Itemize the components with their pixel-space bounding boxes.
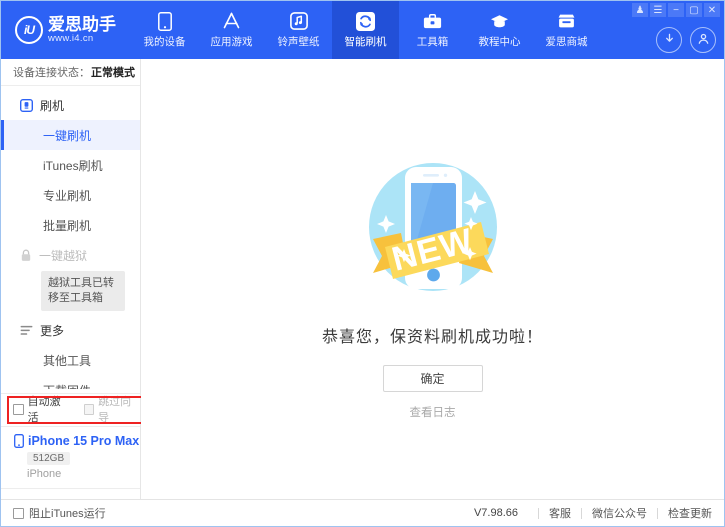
- check-update-link[interactable]: 检查更新: [668, 505, 712, 521]
- sidebar-menu: 刷机 一键刷机 iTunes刷机 专业刷机 批量刷机 一键越狱 越狱工具已转移至…: [1, 86, 140, 389]
- nav-item-apps-games[interactable]: 应用游戏: [198, 1, 265, 59]
- logo-mark-icon: iU: [15, 16, 43, 44]
- logo-title: 爱思助手: [48, 15, 116, 35]
- nav-label: 应用游戏: [210, 35, 253, 48]
- sidebar-item-pro-flash[interactable]: 专业刷机: [1, 180, 140, 210]
- jailbreak-moved-tooltip: 越狱工具已转移至工具箱: [41, 271, 125, 311]
- device-phone-icon: [13, 433, 24, 448]
- block-itunes-label: 阻止iTunes运行: [29, 508, 106, 520]
- store-icon: [557, 12, 576, 31]
- auto-activate-label: 自动激活: [27, 396, 61, 424]
- appstore-icon: [222, 12, 241, 31]
- sidebar-item-label: 批量刷机: [43, 218, 92, 233]
- sidebar-options: 自动激活 跳过向导: [1, 393, 145, 426]
- toolbox-icon: [423, 12, 442, 31]
- skin-button[interactable]: ♟: [632, 3, 648, 17]
- version-label: V7.98.66: [473, 507, 518, 519]
- nav-label: 智能刷机: [344, 35, 387, 48]
- app-body: 设备连接状态： 正常模式 刷机 一键刷机 iTunes刷机 专业刷机 批量刷机 …: [1, 59, 724, 499]
- music-icon: [289, 12, 308, 31]
- flash-device-icon: [19, 98, 33, 112]
- nav-label: 爱思商城: [545, 35, 588, 48]
- skip-wizard-checkbox: 跳过向导: [83, 393, 141, 425]
- graduation-cap-icon: [490, 12, 509, 31]
- checkbox-box-icon: [83, 403, 95, 415]
- block-itunes-checkbox[interactable]: 阻止iTunes运行: [13, 505, 106, 521]
- sidebar-item-label: iTunes刷机: [43, 158, 103, 173]
- sidebar-item-label: 一键越狱: [39, 248, 88, 263]
- sidebar-item-batch-flash[interactable]: 批量刷机: [1, 210, 140, 240]
- status-bar: 阻止iTunes运行 V7.98.66 客服 微信公众号 检查更新: [1, 499, 724, 526]
- skip-wizard-label: 跳过向导: [98, 396, 132, 424]
- app-window: iU 爱思助手 www.i4.cn 我的设备 应用游戏 铃声壁纸 智能刷机 工具…: [0, 0, 725, 527]
- sidebar-item-itunes-flash[interactable]: iTunes刷机: [1, 150, 140, 180]
- sidebar-group-flash[interactable]: 刷机: [1, 90, 140, 120]
- success-message: 恭喜您，保资料刷机成功啦！: [321, 329, 543, 346]
- sidebar: 设备连接状态： 正常模式 刷机 一键刷机 iTunes刷机 专业刷机 批量刷机 …: [1, 59, 145, 499]
- nav-label: 教程中心: [478, 35, 521, 48]
- device-name-label: iPhone 15 Pro Max: [28, 433, 140, 448]
- checkbox-box-icon: [13, 403, 24, 415]
- wechat-official-link[interactable]: 微信公众号: [592, 505, 647, 521]
- view-log-link[interactable]: 查看日志: [410, 404, 456, 420]
- app-logo[interactable]: iU 爱思助手 www.i4.cn: [1, 16, 131, 44]
- sidebar-item-label: 一键刷机: [43, 128, 92, 143]
- account-button[interactable]: [690, 27, 716, 53]
- menu-button[interactable]: ☰: [650, 3, 666, 17]
- nav-label: 工具箱: [416, 35, 449, 48]
- sidebar-item-label: 下载固件: [43, 382, 91, 390]
- nav-item-my-device[interactable]: 我的设备: [131, 1, 198, 59]
- device-type-label: iPhone: [27, 468, 62, 480]
- sidebar-group-more[interactable]: 更多: [1, 315, 140, 345]
- connected-device-info[interactable]: iPhone 15 Pro Max 512GB iPhone: [1, 426, 140, 488]
- status-bar-right: V7.98.66 客服 微信公众号 检查更新: [474, 505, 712, 521]
- sidebar-item-label: 其他工具: [43, 353, 92, 368]
- nav-item-toolbox[interactable]: 工具箱: [399, 1, 466, 59]
- checkbox-box-icon: [13, 507, 24, 519]
- lock-icon: [19, 249, 32, 262]
- divider: [581, 507, 582, 519]
- maximize-button[interactable]: ▢: [686, 3, 702, 17]
- sidebar-item-jailbreak: 一键越狱: [1, 240, 140, 270]
- sidebar-item-download-firmware[interactable]: 下载固件: [1, 375, 140, 390]
- nav-label: 铃声壁纸: [277, 35, 320, 48]
- sidebar-item-one-key-flash[interactable]: 一键刷机: [1, 120, 140, 150]
- logo-subtitle: www.i4.cn: [48, 32, 94, 44]
- minimize-button[interactable]: −: [668, 3, 684, 17]
- nav-item-ringtones-wallpapers[interactable]: 铃声壁纸: [265, 1, 332, 59]
- sidebar-group-label: 更多: [40, 323, 65, 338]
- refresh-icon: [356, 11, 375, 31]
- header-actions: [656, 27, 716, 53]
- main-content: NEW 恭喜您，保资料刷机成功啦！ 确定 查看日志: [141, 59, 724, 499]
- sidebar-item-label: 专业刷机: [43, 188, 92, 203]
- window-controls: ♟ ☰ − ▢ ✕: [631, 3, 720, 17]
- nav-item-store[interactable]: 爱思商城: [533, 1, 600, 59]
- device-capacity-badge: 512GB: [27, 452, 71, 465]
- customer-service-link[interactable]: 客服: [549, 505, 571, 521]
- list-icon: [19, 323, 33, 337]
- sidebar-bottom-divider: [1, 488, 140, 499]
- nav-item-tutorial-center[interactable]: 教程中心: [466, 1, 533, 59]
- divider: [657, 507, 658, 519]
- download-button[interactable]: [656, 27, 682, 53]
- connection-status-label: 设备连接状态：: [13, 67, 90, 79]
- confirm-button[interactable]: 确定: [382, 365, 483, 392]
- auto-activate-checkbox[interactable]: 自动激活: [13, 393, 70, 425]
- sidebar-item-other-tools[interactable]: 其他工具: [1, 345, 140, 375]
- download-arrow-icon: [663, 32, 676, 48]
- app-header: iU 爱思助手 www.i4.cn 我的设备 应用游戏 铃声壁纸 智能刷机 工具…: [1, 1, 724, 59]
- connection-status-value: 正常模式: [91, 67, 135, 79]
- divider: [538, 507, 539, 519]
- nav-item-smart-flash[interactable]: 智能刷机: [332, 1, 399, 59]
- close-button[interactable]: ✕: [704, 3, 720, 17]
- phone-icon: [155, 11, 174, 31]
- user-icon: [697, 32, 710, 48]
- sidebar-group-label: 刷机: [40, 98, 65, 113]
- nav-label: 我的设备: [143, 35, 186, 48]
- new-phone-badge-illustration: NEW: [349, 143, 517, 311]
- connection-status: 设备连接状态： 正常模式: [1, 59, 140, 86]
